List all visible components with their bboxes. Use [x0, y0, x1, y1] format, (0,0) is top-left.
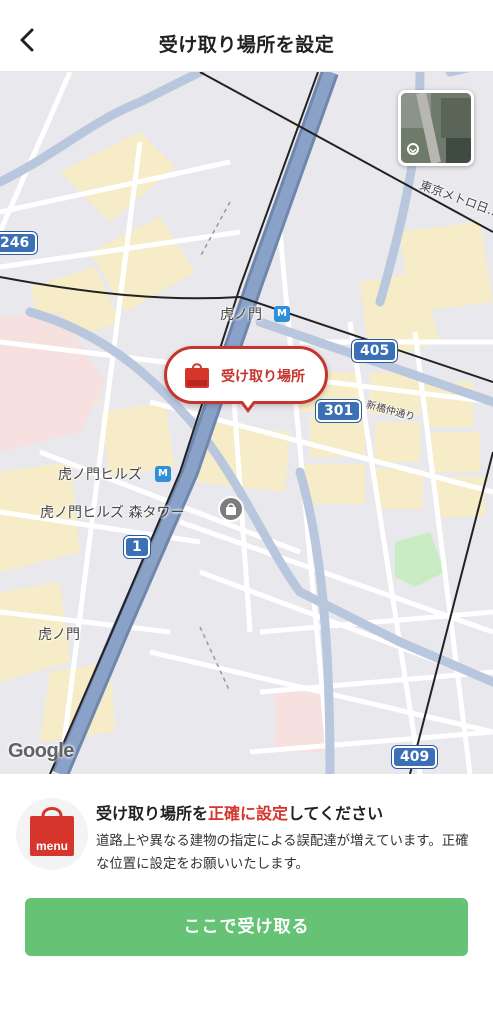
route-shield-246: 246: [0, 232, 38, 254]
info-title-after: してください: [288, 804, 384, 823]
route-shield-1: 1: [124, 536, 150, 558]
info-title-before: 受け取り場所を: [96, 804, 209, 823]
bottom-panel: menu 受け取り場所を正確に設定してください 道路上や異なる建物の指定による誤…: [0, 774, 493, 1024]
menu-logo: menu: [16, 798, 88, 870]
map-base: [0, 72, 493, 774]
map-label-toranomon-area: 虎ノ門: [38, 627, 80, 643]
street-view-icon: [401, 93, 471, 163]
page-title: 受け取り場所を設定: [158, 34, 335, 56]
google-logo: Google: [8, 740, 74, 762]
metro-icon: M: [155, 466, 171, 482]
map-label-toranomon: 虎ノ門: [220, 307, 262, 323]
map-label-mori-tower: 虎ノ門ヒルズ 森タワー: [40, 505, 185, 521]
route-shield-409: 409: [392, 746, 438, 768]
menu-logo-text: menu: [36, 839, 68, 853]
pickup-location-pin[interactable]: 受け取り場所: [164, 346, 328, 413]
street-view-thumbnail[interactable]: [398, 90, 474, 166]
info-title: 受け取り場所を正確に設定してください: [96, 800, 383, 824]
route-shield-405: 405: [352, 340, 398, 362]
route-shield-301: 301: [316, 400, 362, 422]
info-description: 道路上や異なる建物の指定による誤配達が増えています。正確な位置に設定をお願いいた…: [96, 834, 469, 872]
menu-logo-icon: [183, 362, 211, 390]
map-label-toranomon-hills: 虎ノ門ヒルズ: [58, 467, 142, 483]
map-view[interactable]: 虎ノ門 M 虎ノ門ヒルズ M 虎ノ門ヒルズ 森タワー 虎ノ門 新橋仲通り 東京メ…: [0, 72, 493, 774]
info-title-emphasis: 正確に設定: [208, 804, 289, 823]
metro-icon: M: [274, 306, 290, 322]
confirm-pickup-button[interactable]: ここで受け取る: [25, 898, 468, 956]
pickup-location-label: 受け取り場所: [221, 369, 305, 385]
header-bar: 受け取り場所を設定: [0, 0, 493, 72]
shopping-bag-icon: [218, 496, 244, 522]
